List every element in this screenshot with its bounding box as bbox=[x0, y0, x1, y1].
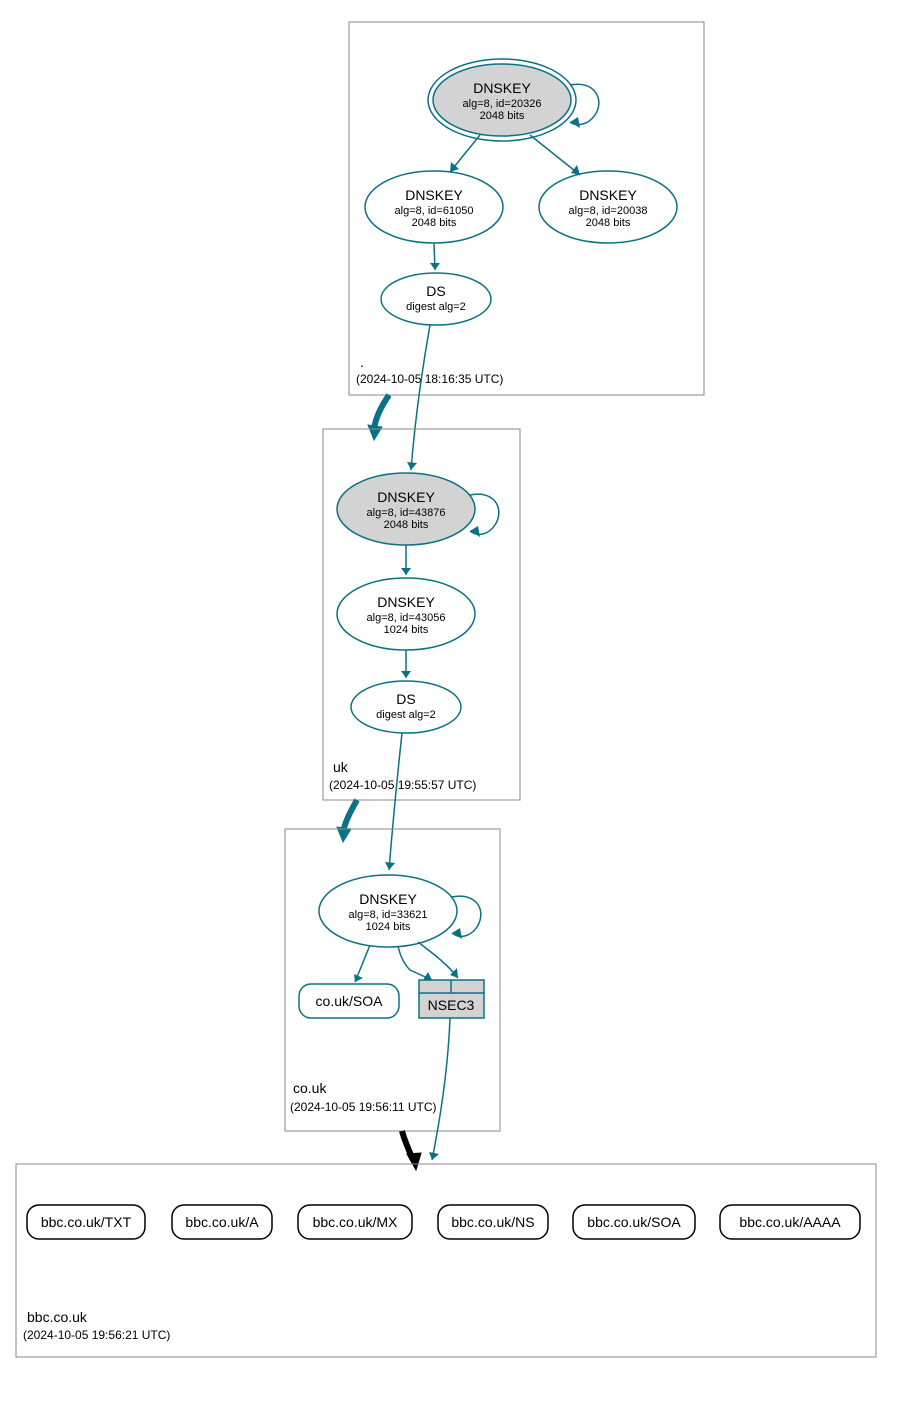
svg-text:DS: DS bbox=[396, 691, 415, 707]
node-couk-nsec3: NSEC3 bbox=[419, 980, 484, 1018]
edge-ds-to-uk-ksk bbox=[411, 325, 430, 470]
svg-text:DNSKEY: DNSKEY bbox=[377, 489, 435, 505]
svg-text:bbc.co.uk/TXT: bbc.co.uk/TXT bbox=[41, 1214, 132, 1230]
svg-text:DNSKEY: DNSKEY bbox=[405, 187, 463, 203]
node-bbc-ns: bbc.co.uk/NS bbox=[438, 1205, 548, 1239]
svg-text:co.uk/SOA: co.uk/SOA bbox=[316, 993, 384, 1009]
node-root-ds: DS digest alg=2 bbox=[381, 273, 491, 325]
edge-couk-nsec3b bbox=[418, 942, 458, 978]
svg-text:bbc.co.uk/AAAA: bbc.co.uk/AAAA bbox=[739, 1214, 841, 1230]
svg-text:2048 bits: 2048 bits bbox=[412, 217, 457, 229]
node-uk-ds: DS digest alg=2 bbox=[351, 681, 461, 733]
zone-couk: co.uk (2024-10-05 19:56:11 UTC) DNSKEY a… bbox=[285, 829, 500, 1131]
node-bbc-a: bbc.co.uk/A bbox=[172, 1205, 272, 1239]
zone-bbc: bbc.co.uk (2024-10-05 19:56:21 UTC) bbc.… bbox=[16, 1164, 876, 1357]
svg-text:bbc.co.uk/NS: bbc.co.uk/NS bbox=[451, 1214, 534, 1230]
svg-text:alg=8, id=20038: alg=8, id=20038 bbox=[569, 205, 648, 217]
edge-uk-to-couk-zone bbox=[343, 800, 357, 832]
svg-text:DNSKEY: DNSKEY bbox=[473, 80, 531, 96]
svg-text:alg=8, id=61050: alg=8, id=61050 bbox=[395, 205, 474, 217]
svg-text:bbc.co.uk/MX: bbc.co.uk/MX bbox=[313, 1214, 398, 1230]
zone-couk-ts: (2024-10-05 19:56:11 UTC) bbox=[290, 1100, 437, 1114]
svg-text:alg=8, id=43876: alg=8, id=43876 bbox=[367, 507, 446, 519]
edge-ukds-to-couk-key bbox=[389, 733, 402, 870]
zone-uk-ts: (2024-10-05 19:55:57 UTC) bbox=[329, 778, 476, 792]
svg-text:DS: DS bbox=[426, 283, 445, 299]
svg-text:DNSKEY: DNSKEY bbox=[359, 891, 417, 907]
node-uk-ksk: DNSKEY alg=8, id=43876 2048 bits bbox=[337, 473, 475, 545]
node-couk-key: DNSKEY alg=8, id=33621 1024 bits bbox=[319, 875, 457, 947]
edge-root-to-uk-zone bbox=[374, 395, 389, 430]
zone-uk-name: uk bbox=[333, 759, 349, 775]
svg-text:digest alg=2: digest alg=2 bbox=[376, 709, 436, 721]
zone-root-ts: (2024-10-05 18:16:35 UTC) bbox=[356, 372, 503, 386]
svg-text:bbc.co.uk/SOA: bbc.co.uk/SOA bbox=[587, 1214, 681, 1230]
node-bbc-mx: bbc.co.uk/MX bbox=[298, 1205, 412, 1239]
svg-text:NSEC3: NSEC3 bbox=[428, 997, 475, 1013]
svg-text:alg=8, id=43056: alg=8, id=43056 bbox=[367, 612, 446, 624]
zone-root: . (2024-10-05 18:16:35 UTC) DNSKEY alg=8… bbox=[349, 22, 704, 395]
edge-ksk-zsk2 bbox=[530, 135, 580, 175]
node-bbc-txt: bbc.co.uk/TXT bbox=[27, 1205, 145, 1239]
node-bbc-aaaa: bbc.co.uk/AAAA bbox=[720, 1205, 860, 1239]
node-couk-soa: co.uk/SOA bbox=[299, 984, 399, 1018]
svg-text:DNSKEY: DNSKEY bbox=[377, 594, 435, 610]
svg-text:DNSKEY: DNSKEY bbox=[579, 187, 637, 203]
node-root-zsk1: DNSKEY alg=8, id=61050 2048 bits bbox=[365, 171, 503, 243]
svg-text:alg=8, id=20326: alg=8, id=20326 bbox=[463, 98, 542, 110]
svg-text:bbc.co.uk/A: bbc.co.uk/A bbox=[185, 1214, 259, 1230]
svg-text:1024 bits: 1024 bits bbox=[366, 921, 411, 933]
zone-bbc-name: bbc.co.uk bbox=[27, 1309, 88, 1325]
node-bbc-soa: bbc.co.uk/SOA bbox=[573, 1205, 695, 1239]
node-uk-zsk: DNSKEY alg=8, id=43056 1024 bits bbox=[337, 578, 475, 650]
svg-text:digest alg=2: digest alg=2 bbox=[406, 301, 466, 313]
zone-couk-name: co.uk bbox=[293, 1080, 327, 1096]
node-root-ksk: DNSKEY alg=8, id=20326 2048 bits bbox=[428, 59, 576, 141]
svg-text:2048 bits: 2048 bits bbox=[480, 110, 525, 122]
edge-nsec3-to-bbc bbox=[432, 1018, 450, 1160]
zone-root-name: . bbox=[360, 354, 364, 370]
svg-text:1024 bits: 1024 bits bbox=[384, 624, 429, 636]
zone-uk: uk (2024-10-05 19:55:57 UTC) DNSKEY alg=… bbox=[323, 429, 520, 800]
svg-text:2048 bits: 2048 bits bbox=[586, 217, 631, 229]
node-root-zsk2: DNSKEY alg=8, id=20038 2048 bits bbox=[539, 171, 677, 243]
svg-text:alg=8, id=33621: alg=8, id=33621 bbox=[349, 909, 428, 921]
zone-bbc-ts: (2024-10-05 19:56:21 UTC) bbox=[23, 1328, 170, 1342]
svg-text:2048 bits: 2048 bits bbox=[384, 519, 429, 531]
